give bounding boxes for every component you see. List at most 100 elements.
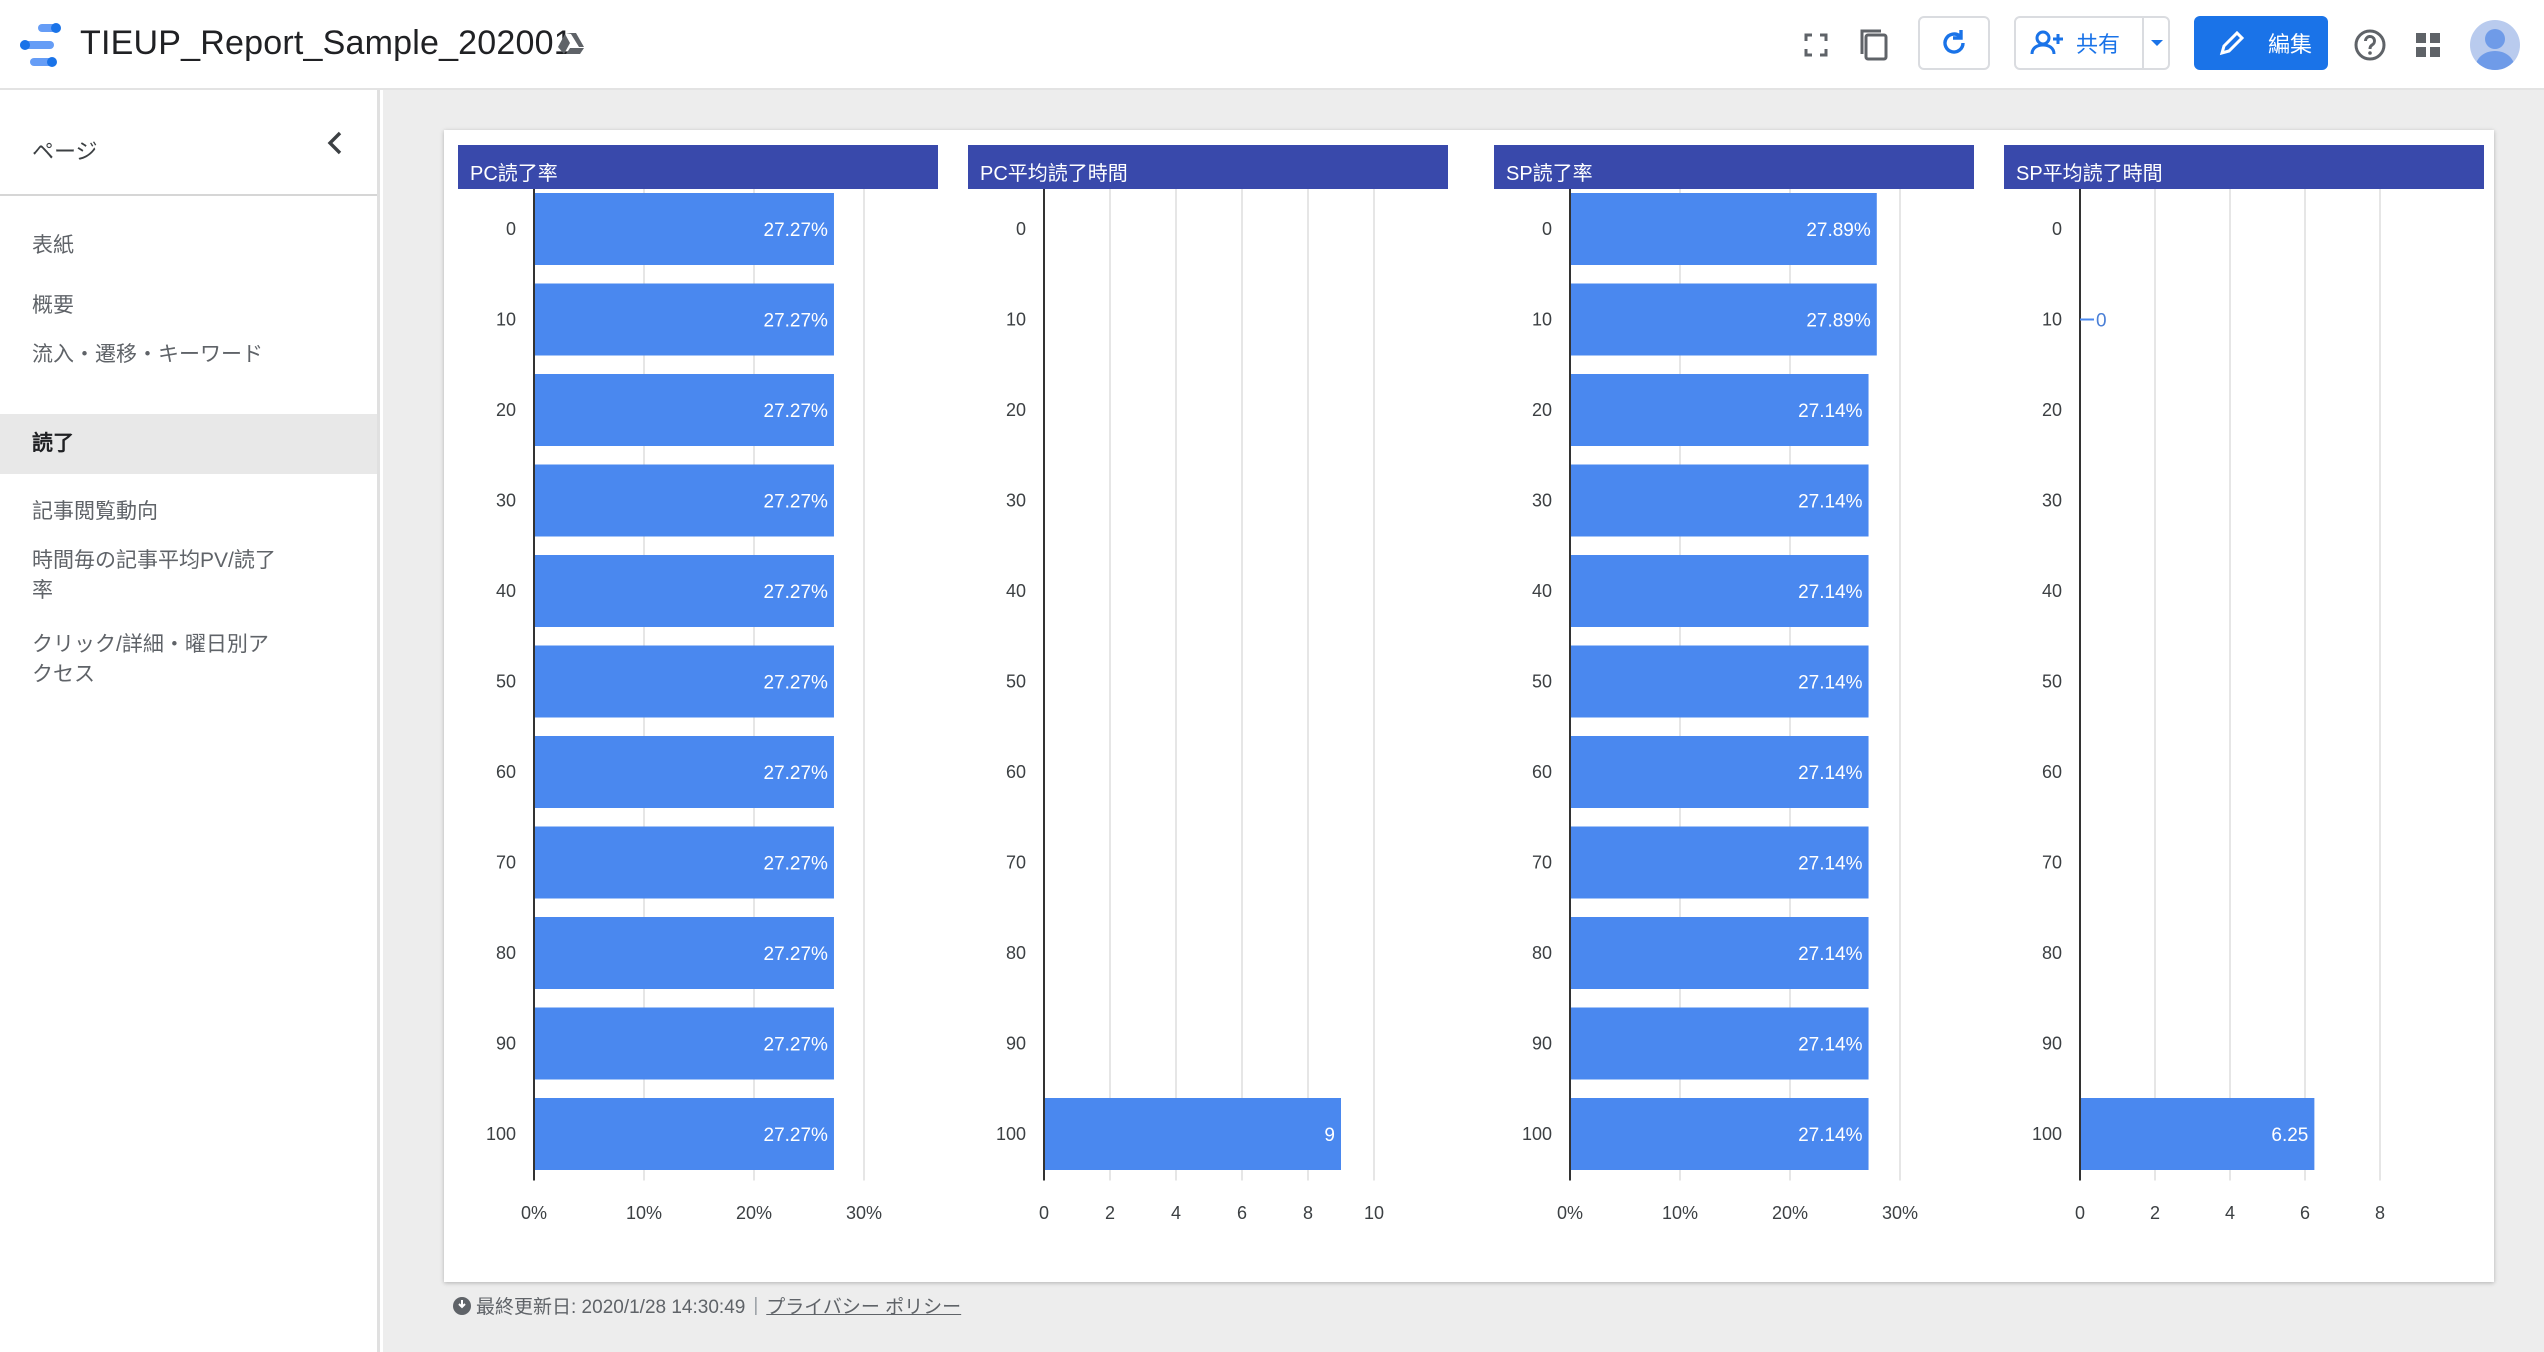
share-button[interactable]: 共有 [2014, 16, 2170, 70]
caret-down-icon [2151, 40, 2163, 46]
chart-title: PC読了率 [470, 163, 558, 185]
copy-report-icon[interactable] [1854, 25, 1894, 65]
edit-button[interactable]: 編集 [2194, 16, 2328, 70]
category-label: 80 [1532, 943, 1552, 963]
chevron-left-icon [327, 131, 342, 155]
category-label: 30 [1006, 491, 1026, 511]
data-freshness-icon [453, 1296, 471, 1315]
data-label: 27.27% [764, 673, 829, 694]
nav-item-overview[interactable]: 概要 [0, 282, 300, 330]
nav-item-traffic[interactable]: 流入・遷移・キーワード [0, 340, 290, 404]
category-label: 60 [1006, 762, 1026, 782]
category-label: 80 [496, 943, 516, 963]
category-label: 50 [1006, 672, 1026, 692]
category-label: 30 [496, 491, 516, 511]
sidebar-header: ページ [0, 90, 377, 196]
category-label: 20 [2042, 400, 2062, 420]
category-label: 40 [496, 581, 516, 601]
share-main-button[interactable]: 共有 [2016, 18, 2142, 68]
category-label: 10 [1532, 310, 1552, 330]
data-label: 27.27% [764, 944, 829, 965]
category-label: 80 [1006, 943, 1026, 963]
x-tick-label: 0% [1557, 1203, 1583, 1223]
chart-title: PC平均読了時間 [980, 163, 1128, 185]
nav-item-article-trends[interactable]: 記事閲覧動向 [0, 488, 300, 536]
category-label: 10 [2042, 310, 2062, 330]
chart-header: PC平均読了時間 [968, 145, 1448, 189]
data-label: 27.27% [764, 763, 829, 784]
data-label: 27.27% [764, 220, 829, 241]
data-label: 27.14% [1798, 854, 1863, 875]
data-label: 27.14% [1798, 492, 1863, 513]
data-label: 27.27% [764, 311, 829, 332]
category-label: 100 [1522, 1124, 1552, 1144]
nav-item-cover[interactable]: 表紙 [0, 222, 300, 270]
x-tick-label: 0 [2075, 1203, 2085, 1223]
report-title[interactable]: TIEUP_Report_Sample_202001 [80, 24, 573, 63]
data-label: 27.14% [1798, 944, 1863, 965]
privacy-policy-link[interactable]: プライバシー ポリシー [766, 1292, 961, 1319]
data-studio-logo-icon[interactable] [16, 22, 64, 68]
collapse-sidebar-button[interactable] [318, 126, 352, 160]
data-label: 27.14% [1798, 401, 1863, 422]
chart-sp-read-rate[interactable]: SP読了率 0 27.89% 10 27.89% 20 27.14% 30 27.14% 40 2… [1494, 145, 1974, 1253]
category-label: 90 [1532, 1034, 1552, 1054]
data-label: 27.14% [1798, 673, 1863, 694]
category-label: 60 [1532, 762, 1552, 782]
data-label: 27.89% [1806, 220, 1871, 241]
category-label: 0 [506, 219, 516, 239]
x-tick-label: 10 [1364, 1203, 1384, 1223]
data-label: 27.27% [764, 492, 829, 513]
data-label: 6.25 [2271, 1125, 2308, 1146]
category-label: 0 [1542, 219, 1552, 239]
x-tick-label: 10% [1662, 1203, 1698, 1223]
nav-item-hourly-pv[interactable]: 時間毎の記事平均PV/読了率 [0, 546, 280, 610]
category-label: 50 [1532, 672, 1552, 692]
category-label: 40 [1532, 581, 1552, 601]
x-tick-label: 8 [2375, 1203, 2385, 1223]
report-footer: 最終更新日: 2020/1/28 14:30:49 | プライバシー ポリシー [452, 1292, 961, 1319]
category-label: 10 [496, 310, 516, 330]
bar-chart-svg: 0 27.89% 10 27.89% 20 27.14% 30 27.14% 40 27.14% 5… [1522, 189, 1918, 1223]
x-tick-label: 30% [1882, 1203, 1918, 1223]
category-label: 20 [1532, 400, 1552, 420]
share-dropdown-button[interactable] [2142, 18, 2170, 68]
category-label: 30 [1532, 491, 1552, 511]
data-label: 27.27% [764, 1035, 829, 1056]
chart-header: SP平均読了時間 [2004, 145, 2484, 189]
chart-pc-avg-read-time[interactable]: PC平均読了時間 0 10 20 30 40 50 60 70 80 90 100 9 0 2 4 6 8 10 [968, 145, 1448, 1253]
apps-grid-icon[interactable] [2408, 25, 2448, 65]
category-label: 20 [496, 400, 516, 420]
footer-separator: | [753, 1294, 759, 1316]
x-tick-label: 20% [736, 1203, 772, 1223]
data-label: 27.14% [1798, 1125, 1863, 1146]
category-label: 80 [2042, 943, 2062, 963]
category-label: 10 [1006, 310, 1026, 330]
help-icon[interactable] [2350, 25, 2390, 65]
bar[interactable] [1045, 1098, 1341, 1170]
x-tick-label: 6 [2300, 1203, 2310, 1223]
data-label: 27.27% [764, 401, 829, 422]
data-label: 27.27% [764, 582, 829, 603]
last-updated-text: 最終更新日: 2020/1/28 14:30:49 [476, 1297, 746, 1318]
nav-item-read-completion[interactable]: 読了 [0, 414, 377, 474]
refresh-button[interactable] [1918, 16, 1990, 70]
category-label: 90 [496, 1034, 516, 1054]
x-tick-label: 4 [1171, 1203, 1181, 1223]
fullscreen-icon[interactable] [1796, 25, 1836, 65]
chart-pc-read-rate[interactable]: PC読了率 0 27.27% 10 27.27% 20 27.27% 30 27.27% 40 2… [458, 145, 938, 1253]
category-label: 50 [2042, 672, 2062, 692]
nav-item-clicks-weekday[interactable]: クリック/詳細・曜日別アクセス [0, 630, 280, 694]
google-drive-icon[interactable] [556, 30, 586, 58]
edit-label: 編集 [2268, 32, 2313, 57]
category-label: 30 [2042, 491, 2062, 511]
x-tick-label: 30% [846, 1203, 882, 1223]
data-label: 27.14% [1798, 582, 1863, 603]
category-label: 60 [496, 762, 516, 782]
account-avatar[interactable] [2470, 20, 2520, 70]
x-tick-label: 0 [1039, 1203, 1049, 1223]
category-label: 40 [1006, 581, 1026, 601]
chart-sp-avg-read-time[interactable]: SP平均読了時間 0 10 0 20 30 40 50 60 70 80 90 100 6.25 0 2 4 6… [2004, 145, 2484, 1253]
x-tick-label: 20% [1772, 1203, 1808, 1223]
category-label: 70 [496, 853, 516, 873]
